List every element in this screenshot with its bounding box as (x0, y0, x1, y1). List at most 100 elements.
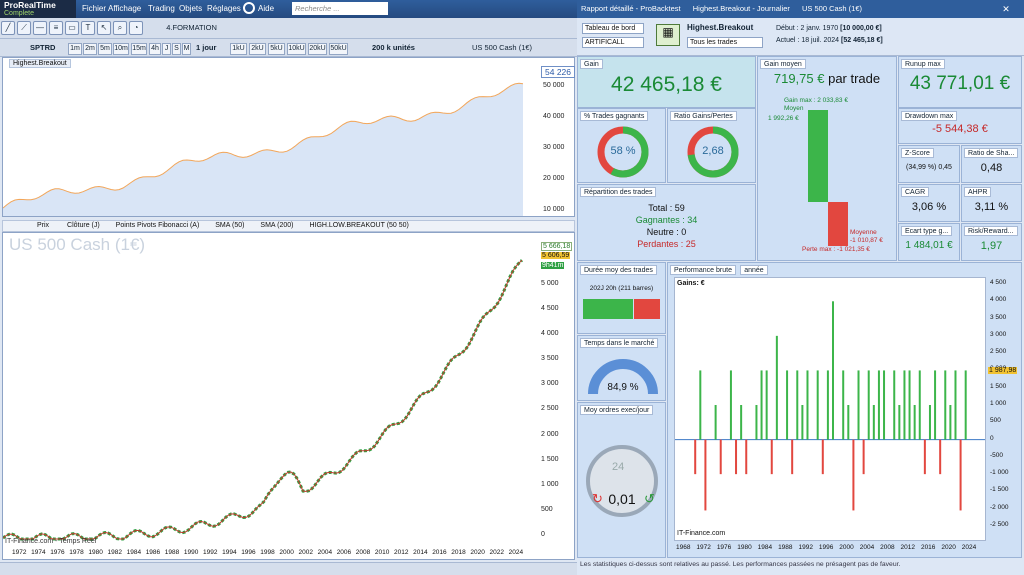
menu-affichage[interactable]: Affichage (108, 0, 141, 18)
price-xtick: 1996 (241, 549, 256, 556)
tf-j[interactable]: J (162, 43, 171, 55)
alert-icon[interactable]: ◔ (129, 21, 143, 35)
perf-ytick: 0 (990, 434, 994, 442)
ticker[interactable]: SPTRD (30, 43, 55, 52)
perf-bar (913, 405, 916, 440)
tf-15m[interactable]: 15m (131, 43, 147, 55)
line-tool-icon[interactable]: ╱ (1, 21, 15, 35)
perf-bar (883, 370, 886, 440)
perf-xtick: 1976 (716, 544, 732, 551)
ind-sma50[interactable]: SMA (50) (215, 222, 244, 229)
perf-bar (842, 370, 845, 440)
price-xtick: 1998 (260, 549, 275, 556)
rr-label: Risk/Reward... (964, 226, 1018, 236)
price-xtick: 2004 (317, 549, 333, 556)
perf-bar (934, 370, 937, 440)
drawing-toolbar: ╱ ⟋ — ≡ ▭ T ↖ ⌕ ◔ 4.FORMATION (0, 18, 577, 39)
report-strategy-header: Highest.Breakout - Journalier (692, 4, 790, 13)
price-ytick: 2 000 (541, 431, 559, 438)
tf-m[interactable]: M (182, 43, 191, 55)
trades-select[interactable]: Tous les trades (687, 37, 763, 48)
perf-bar (740, 405, 743, 440)
sharpe-value: 0,48 (980, 162, 1003, 174)
report-icon[interactable]: ▦ (656, 24, 680, 46)
zscore-label: Z-Score (901, 148, 934, 158)
perf-plot: Gains: € IT-Finance.com (674, 277, 986, 541)
close-icon[interactable]: ✕ (996, 4, 1016, 14)
unit-10k[interactable]: 10kU (287, 43, 306, 55)
rect-icon[interactable]: ▭ (65, 21, 79, 35)
unit-count[interactable]: 200 k unités (372, 43, 415, 52)
ind-sma200[interactable]: SMA (200) (260, 222, 293, 229)
perf-bar (719, 439, 722, 475)
formation-select[interactable]: 4.FORMATION (166, 23, 217, 32)
dashboard-select[interactable]: Tableau de bord (582, 23, 644, 34)
menu-fichier[interactable]: Fichier (82, 0, 106, 18)
price-xtick: 1990 (183, 549, 199, 556)
perf-bar (939, 439, 942, 475)
perf-bar (729, 370, 732, 440)
repartition-card: Répartition des trades Total : 59 Gagnan… (577, 184, 756, 261)
menu-objets[interactable]: Objets (179, 0, 202, 18)
perf-bar (775, 335, 778, 440)
perf-bar (832, 301, 834, 440)
tf-2m[interactable]: 2m (83, 43, 97, 55)
ind-prix[interactable]: Prix (37, 222, 49, 229)
ind-breakout[interactable]: HIGH.LOW.BREAKOUT (50 50) (309, 222, 408, 229)
perf-bar (714, 405, 717, 440)
equity-label: Highest.Breakout (9, 59, 71, 68)
perf-ytick: 4 500 (990, 279, 1007, 286)
trendline-icon[interactable]: ⟋ (17, 21, 31, 35)
perf-ytick: -500 (990, 451, 1004, 459)
perf-xtick: 2012 (900, 544, 916, 551)
price-ytick: 500 (541, 506, 553, 513)
price-xtick: 2008 (355, 549, 371, 556)
price-ytick: 0 (541, 531, 545, 538)
perf-period-select[interactable]: année (740, 265, 768, 275)
unit-5k[interactable]: 5kU (268, 43, 285, 55)
equity-ytick: 10 000 (543, 206, 565, 213)
perf-bar (872, 405, 875, 440)
perf-bar (908, 370, 911, 440)
menu-reglages[interactable]: Réglages (207, 0, 241, 18)
tf-s[interactable]: S (172, 43, 181, 55)
zoom-icon[interactable]: ⌕ (113, 21, 127, 35)
price-xtick: 1986 (145, 549, 161, 556)
total-trades: Total : 59 (648, 203, 685, 213)
cursor-icon[interactable]: ↖ (97, 21, 111, 35)
zscore-value: (34,99 %) 0,45 (906, 164, 952, 171)
tf-4h[interactable]: 4h (149, 43, 161, 55)
unit-1k[interactable]: 1kU (230, 43, 247, 55)
perf-ytick: 1 000 (990, 400, 1007, 407)
menu-trading[interactable]: Trading (148, 0, 175, 18)
hline-icon[interactable]: — (33, 21, 47, 35)
chart-title: US 500 Cash (1€) (472, 43, 533, 52)
ind-cloture[interactable]: Clôture (J) (67, 222, 100, 229)
text-icon[interactable]: T (81, 21, 95, 35)
avg-loss-bar (828, 202, 848, 246)
tf-5m[interactable]: 5m (98, 43, 112, 55)
unit-20k[interactable]: 20kU (308, 43, 327, 55)
ind-pivots[interactable]: Points Pivots Fibonacci (A) (116, 222, 200, 229)
period-select[interactable]: 1 jour (196, 43, 216, 52)
perf-bar (918, 370, 921, 440)
menu-aide[interactable]: Aide (258, 0, 274, 18)
equity-last: 54 226 (541, 66, 575, 78)
perf-bar (949, 405, 952, 440)
unit-50k[interactable]: 50kU (329, 43, 348, 55)
search-input[interactable]: Recherche ... (292, 2, 388, 15)
price-xtick: 2014 (413, 549, 428, 556)
price-xtick: 2020 (470, 549, 485, 556)
perf-bar (699, 370, 702, 440)
winrate-value: 58 % (610, 145, 636, 157)
account-select[interactable]: ARTIFICALL (582, 37, 644, 48)
unit-2k[interactable]: 2kU (249, 43, 266, 55)
winrate-card: % Trades gagnants 58 % (577, 108, 666, 183)
chart-source: IT-Finance.com - Temps Réel (5, 538, 97, 545)
tf-1m[interactable]: 1m (68, 43, 82, 55)
perf-bar (770, 439, 773, 475)
fib-icon[interactable]: ≡ (49, 21, 63, 35)
ratio-card: Ratio Gains/Pertes 2,68 (667, 108, 756, 183)
tf-10m[interactable]: 10m (113, 43, 129, 55)
ratio-value: 2,68 (702, 145, 724, 157)
